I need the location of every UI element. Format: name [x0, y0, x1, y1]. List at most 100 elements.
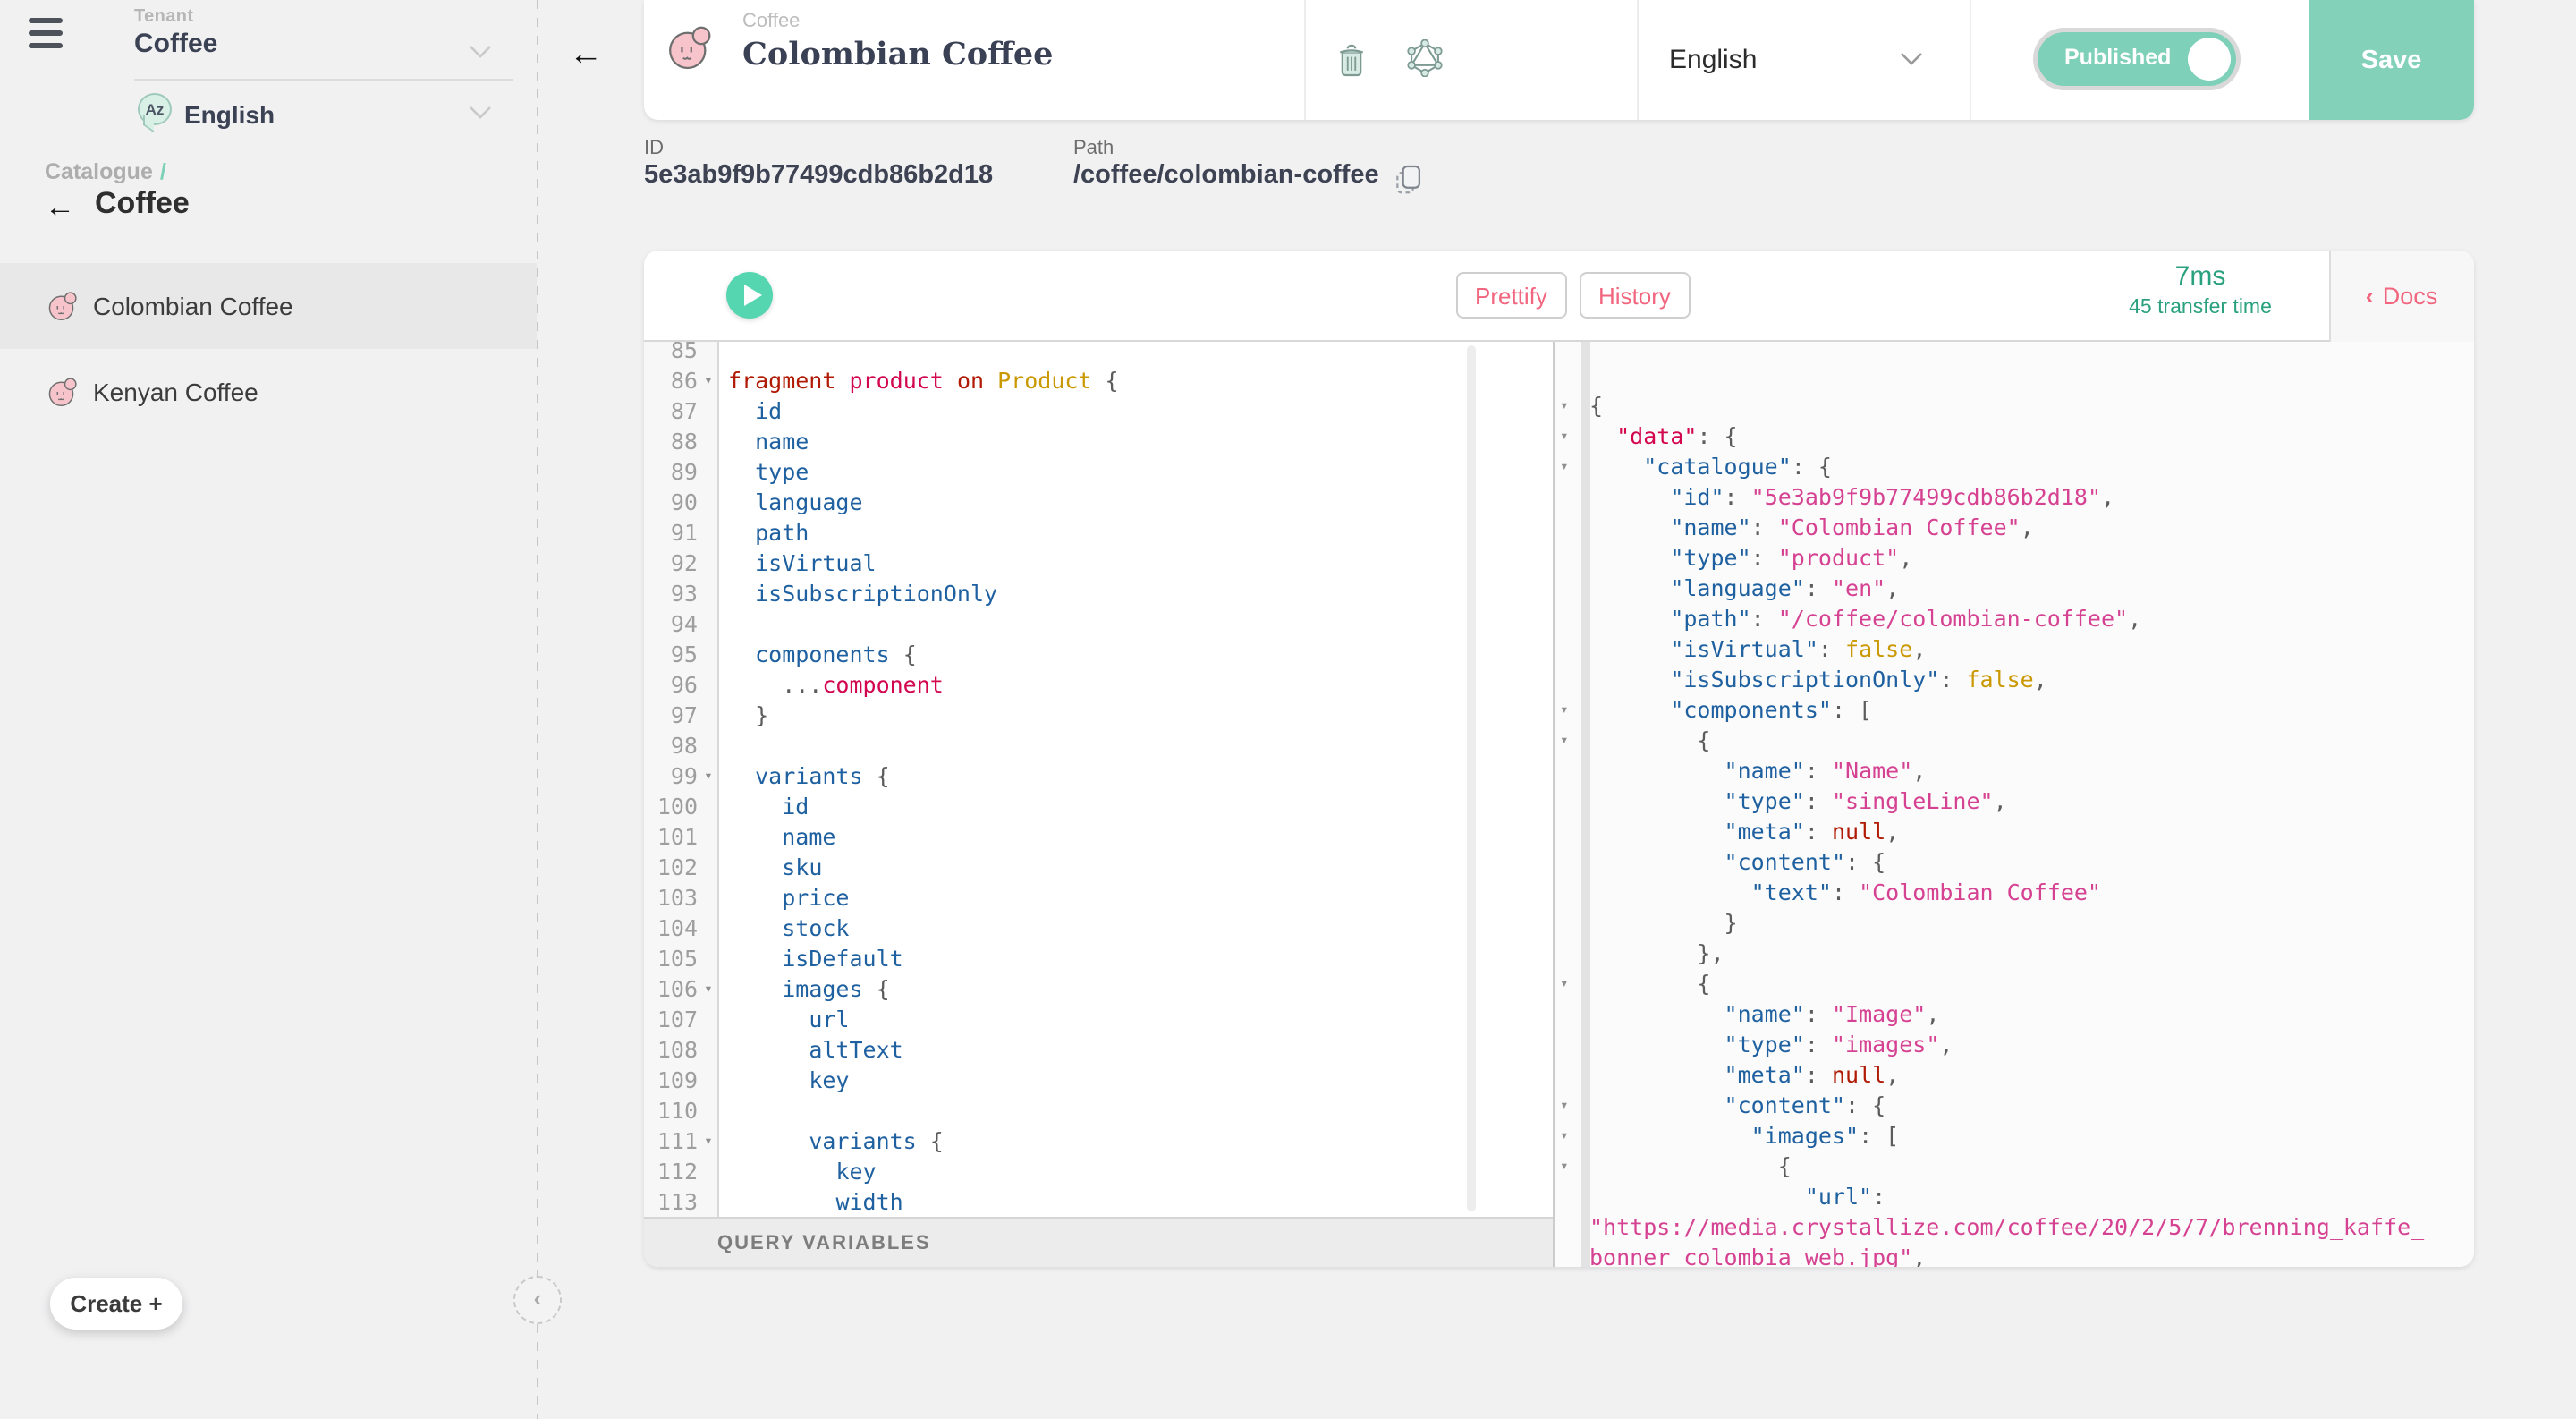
- code-line: 102 sku: [644, 852, 1552, 882]
- code-line: 107 url: [644, 1004, 1552, 1034]
- chevron-down-icon[interactable]: [469, 106, 492, 120]
- result-line: "path": "/coffee/colombian-coffee",: [1555, 603, 2473, 633]
- result-line: "name": "Name",: [1555, 755, 2473, 786]
- chevron-down-icon[interactable]: [1900, 52, 1923, 66]
- breadcrumb[interactable]: Catalogue /: [45, 159, 166, 184]
- item-type-label: Coffee: [742, 11, 800, 32]
- result-line: ▾{: [1555, 390, 2473, 421]
- trash-icon[interactable]: [1336, 41, 1367, 79]
- code-line: 85: [644, 342, 1552, 365]
- graphql-playground: Prettify History 7ms 45 transfer time ‹ …: [644, 250, 2473, 1267]
- docs-label: Docs: [2383, 283, 2438, 310]
- result-panel: ▾{▾ "data": {▾ "catalogue": { "id": "5e3…: [1555, 342, 2473, 1267]
- prettify-button[interactable]: Prettify: [1455, 272, 1567, 319]
- divider: [1304, 0, 1306, 120]
- code-line: 89 type: [644, 456, 1552, 487]
- result-line: bonner_colombia_web.jpg",: [1555, 1242, 2473, 1267]
- result-line: ▾ {: [1555, 725, 2473, 755]
- code-line: 106▾ images {: [644, 973, 1552, 1004]
- query-time: 7ms: [2021, 260, 2379, 291]
- result-line: "name": "Image",: [1555, 998, 2473, 1029]
- code-line: 113 width: [644, 1186, 1552, 1216]
- path-value: /coffee/colombian-coffee: [1073, 161, 1379, 190]
- result-rows: ▾{▾ "data": {▾ "catalogue": { "id": "5e3…: [1555, 390, 2473, 1267]
- sidebar-back-arrow[interactable]: ←: [45, 190, 75, 225]
- result-line: ▾ "data": {: [1555, 421, 2473, 451]
- docs-button[interactable]: ‹ Docs: [2328, 250, 2473, 342]
- divider: [134, 79, 513, 81]
- result-line: "id": "5e3ab9f9b77499cdb86b2d18",: [1555, 481, 2473, 512]
- sidebar-item-colombian-coffee[interactable]: Colombian Coffee: [0, 263, 537, 349]
- code-line: 112 key: [644, 1156, 1552, 1186]
- app-window: Tenant Coffee Az English Catalogue/ ← Co…: [0, 0, 2576, 1419]
- save-button[interactable]: Save: [2309, 0, 2473, 120]
- result-line: }: [1555, 907, 2473, 938]
- breadcrumb-separator: /: [160, 159, 166, 184]
- code-line: 93 isSubscriptionOnly: [644, 578, 1552, 608]
- chevron-down-icon[interactable]: [469, 45, 492, 59]
- page-title: Colombian Coffee: [742, 38, 1053, 73]
- result-line: "type": "singleLine",: [1555, 786, 2473, 816]
- sidebar-collapse-button[interactable]: ‹: [513, 1276, 562, 1324]
- result-line: ▾ "content": {: [1555, 1090, 2473, 1120]
- breadcrumb-catalogue[interactable]: Catalogue: [45, 159, 153, 184]
- code-line: 111▾ variants {: [644, 1126, 1552, 1156]
- result-line: "name": "Colombian Coffee",: [1555, 512, 2473, 542]
- result-line: ▾ "components": [: [1555, 694, 2473, 725]
- execute-query-button[interactable]: [726, 271, 773, 318]
- graphql-icon[interactable]: [1406, 39, 1444, 77]
- query-stats: 7ms 45 transfer time: [2021, 260, 2379, 318]
- code-line: 88 name: [644, 426, 1552, 456]
- create-button[interactable]: Create +: [50, 1278, 182, 1330]
- publish-toggle-label: Published: [2064, 45, 2171, 70]
- code-line: 87 id: [644, 395, 1552, 426]
- code-line: 101 name: [644, 821, 1552, 852]
- code-line: 100 id: [644, 791, 1552, 821]
- sidebar-section-title: Coffee: [95, 186, 190, 222]
- result-line: "https://media.crystallize.com/coffee/20…: [1555, 1211, 2473, 1242]
- result-line: },: [1555, 938, 2473, 968]
- toggle-knob: [2188, 38, 2231, 81]
- sidebar-language-select[interactable]: English: [184, 100, 275, 129]
- result-line: "meta": null,: [1555, 1059, 2473, 1090]
- back-arrow[interactable]: ←: [569, 36, 603, 75]
- publish-toggle[interactable]: Published: [2038, 32, 2236, 86]
- pig-icon: [47, 376, 79, 408]
- code-line: 92 isVirtual: [644, 548, 1552, 578]
- result-line: ▾ "images": [: [1555, 1120, 2473, 1151]
- result-line: ▾ "catalogue": {: [1555, 451, 2473, 481]
- code-line: 99▾ variants {: [644, 760, 1552, 791]
- result-line: "url":: [1555, 1181, 2473, 1211]
- result-line: "content": {: [1555, 846, 2473, 877]
- code-line: 105 isDefault: [644, 943, 1552, 973]
- sidebar: Tenant Coffee Az English Catalogue/ ← Co…: [0, 0, 537, 1419]
- result-line: "isVirtual": false,: [1555, 633, 2473, 664]
- copy-icon[interactable]: [1394, 163, 1424, 197]
- history-button[interactable]: History: [1579, 272, 1690, 319]
- result-line: "text": "Colombian Coffee": [1555, 877, 2473, 907]
- result-line: "type": "product",: [1555, 542, 2473, 573]
- divider: [1637, 0, 1639, 120]
- hamburger-menu-icon[interactable]: [29, 18, 63, 48]
- id-value: 5e3ab9f9b77499cdb86b2d18: [644, 161, 993, 190]
- query-editor[interactable]: 8586▾fragment product on Product {87 id8…: [644, 342, 1552, 1216]
- sidebar-item-kenyan-coffee[interactable]: Kenyan Coffee: [0, 349, 537, 435]
- transfer-time: 45 transfer time: [2021, 296, 2379, 318]
- query-variables-bar[interactable]: QUERY VARIABLES: [644, 1216, 1552, 1267]
- result-line: "type": "images",: [1555, 1029, 2473, 1059]
- sidebar-divider-dashed: [537, 0, 538, 1419]
- tenant-name[interactable]: Coffee: [134, 29, 217, 59]
- pig-icon: [47, 290, 79, 322]
- header-language-select[interactable]: English: [1669, 45, 1757, 75]
- id-label: ID: [644, 138, 664, 159]
- result-line: ▾ {: [1555, 1151, 2473, 1181]
- code-line: 104 stock: [644, 913, 1552, 943]
- language-icon: Az: [138, 93, 172, 125]
- code-line: 109 key: [644, 1065, 1552, 1095]
- chevron-left-icon: ‹: [2366, 283, 2374, 310]
- playground-toolbar: Prettify History 7ms 45 transfer time ‹ …: [644, 250, 2473, 342]
- code-line: 103 price: [644, 882, 1552, 913]
- code-line: 86▾fragment product on Product {: [644, 365, 1552, 395]
- code-line: 94: [644, 608, 1552, 639]
- code-line: 96 ...component: [644, 669, 1552, 700]
